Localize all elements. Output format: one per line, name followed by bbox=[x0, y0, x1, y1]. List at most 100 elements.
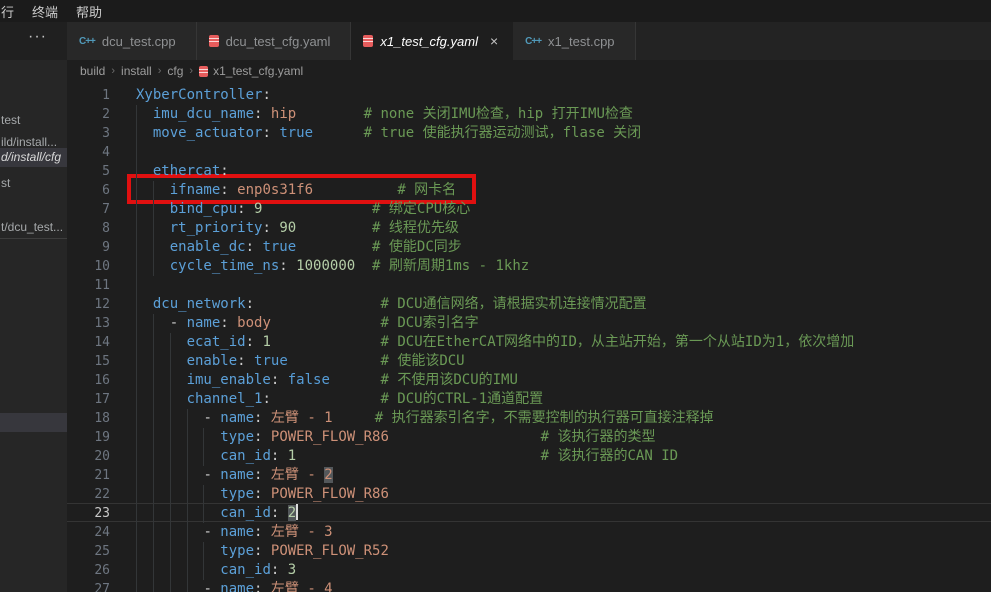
token: ifname bbox=[170, 182, 221, 198]
close-icon[interactable]: × bbox=[488, 33, 500, 49]
line-number: 21 bbox=[67, 466, 124, 483]
code-content: imu_dcu_name: hip # none 关闭IMU检查，hip 打开I… bbox=[136, 105, 991, 122]
editor[interactable]: 1XyberController:2 imu_dcu_name: hip # n… bbox=[67, 82, 991, 592]
code-line[interactable]: 22 type: POWER_FLOW_R86 bbox=[67, 484, 991, 503]
code-content: can_id: 1 # 该执行器的CAN ID bbox=[136, 447, 991, 464]
token: move_actuator bbox=[153, 125, 263, 141]
code-line[interactable]: 17 channel_1: # DCU的CTRL-1通道配置 bbox=[67, 389, 991, 408]
code-content bbox=[136, 276, 991, 293]
token bbox=[296, 239, 372, 255]
tab-x1_test_cfg.yaml[interactable]: x1_test_cfg.yaml× bbox=[351, 22, 513, 60]
code-line[interactable]: 8 rt_priority: 90 # 线程优先级 bbox=[67, 218, 991, 237]
token: 左臂 - 3 bbox=[271, 524, 333, 540]
code-line[interactable]: 20 can_id: 1 # 该执行器的CAN ID bbox=[67, 446, 991, 465]
code-line[interactable]: 23 can_id: 2 bbox=[67, 503, 991, 522]
token: : bbox=[246, 296, 254, 312]
indent-guide bbox=[136, 409, 137, 428]
code-line[interactable]: 9 enable_dc: true # 使能DC同步 bbox=[67, 237, 991, 256]
yaml-file-icon bbox=[209, 35, 219, 47]
code-content: - name: 左臂 - 4 bbox=[136, 580, 991, 592]
tab-x1_test.cpp[interactable]: C++x1_test.cpp bbox=[513, 22, 635, 60]
token: bind_cpu bbox=[170, 201, 237, 217]
indent-guide bbox=[136, 561, 137, 580]
breadcrumb-item[interactable]: install bbox=[121, 64, 152, 78]
code-line[interactable]: 10 cycle_time_ns: 1000000 # 刷新周期1ms - 1k… bbox=[67, 256, 991, 275]
menu-item-行[interactable]: 行 bbox=[0, 2, 23, 21]
token: # 网卡名 bbox=[397, 182, 456, 198]
code-line[interactable]: 21 - name: 左臂 - 2 bbox=[67, 465, 991, 484]
token: imu_dcu_name bbox=[153, 106, 254, 122]
line-number: 8 bbox=[67, 219, 124, 236]
yaml-file-icon bbox=[363, 35, 373, 47]
line-number: 13 bbox=[67, 314, 124, 331]
line-number: 10 bbox=[67, 257, 124, 274]
code-line[interactable]: 19 type: POWER_FLOW_R86 # 该执行器的类型 bbox=[67, 427, 991, 446]
code-line[interactable]: 13 - name: body # DCU索引名字 bbox=[67, 313, 991, 332]
code-line[interactable]: 7 bind_cpu: 9 # 绑定CPU核心 bbox=[67, 199, 991, 218]
list-item[interactable]: st bbox=[0, 174, 67, 193]
indent-guide bbox=[136, 504, 137, 523]
code-line[interactable]: 16 imu_enable: false # 不使用该DCU的IMU bbox=[67, 370, 991, 389]
code-line[interactable]: 6 ifname: enp0s31f6 # 网卡名 bbox=[67, 180, 991, 199]
list-item[interactable] bbox=[0, 413, 67, 432]
token: # DCU的CTRL-1通道配置 bbox=[380, 391, 543, 407]
token bbox=[271, 315, 381, 331]
token bbox=[271, 334, 381, 350]
menu-item-终端[interactable]: 终端 bbox=[23, 2, 67, 21]
token bbox=[262, 581, 270, 592]
breadcrumb-separator-icon: › bbox=[105, 65, 121, 77]
token: # 不使用该DCU的IMU bbox=[380, 372, 517, 388]
code-line[interactable]: 12 dcu_network: # DCU通信网络，请根据实机连接情况配置 bbox=[67, 294, 991, 313]
code-line[interactable]: 18 - name: 左臂 - 1 # 执行器索引名字，不需要控制的执行器可直接… bbox=[67, 408, 991, 427]
code-line[interactable]: 5 ethercat: bbox=[67, 161, 991, 180]
code-line[interactable]: 26 can_id: 3 bbox=[67, 560, 991, 579]
line-number: 3 bbox=[67, 124, 124, 141]
more-actions-icon[interactable]: ··· bbox=[28, 28, 47, 46]
code-content: - name: 左臂 - 2 bbox=[136, 466, 991, 483]
token: : bbox=[262, 87, 270, 103]
list-item[interactable]: t/dcu_test... bbox=[0, 218, 67, 237]
token: true bbox=[279, 125, 313, 141]
code-content: bind_cpu: 9 # 绑定CPU核心 bbox=[136, 200, 991, 217]
code-line[interactable]: 11 bbox=[67, 275, 991, 294]
token: : bbox=[220, 182, 228, 198]
list-item[interactable]: d/install/cfg bbox=[0, 148, 67, 167]
indent-guide bbox=[136, 143, 137, 162]
token bbox=[136, 486, 220, 502]
token: # DCU索引名字 bbox=[380, 315, 478, 331]
code-line[interactable]: 15 enable: true # 使能该DCU bbox=[67, 351, 991, 370]
tab-dcu_test_cfg.yaml[interactable]: dcu_test_cfg.yaml bbox=[197, 22, 352, 60]
indent-guide bbox=[153, 523, 154, 542]
indent-guide bbox=[136, 238, 137, 257]
code-line[interactable]: 24 - name: 左臂 - 3 bbox=[67, 522, 991, 541]
code-line[interactable]: 27 - name: 左臂 - 4 bbox=[67, 579, 991, 592]
menu-item-帮助[interactable]: 帮助 bbox=[67, 2, 111, 21]
indent-guide bbox=[203, 542, 204, 561]
token: POWER_FLOW_R52 bbox=[271, 543, 389, 559]
indent-guide bbox=[153, 485, 154, 504]
token bbox=[330, 372, 381, 388]
token: # 绑定CPU核心 bbox=[372, 201, 470, 217]
code-line[interactable]: 4 bbox=[67, 142, 991, 161]
sidebar-top-strip: ··· bbox=[0, 22, 67, 60]
indent-guide bbox=[153, 333, 154, 352]
code-line[interactable]: 1XyberController: bbox=[67, 85, 991, 104]
token: name bbox=[220, 581, 254, 592]
tab-dcu_test.cpp[interactable]: C++dcu_test.cpp bbox=[67, 22, 197, 60]
code-line[interactable]: 2 imu_dcu_name: hip # none 关闭IMU检查，hip 打… bbox=[67, 104, 991, 123]
indent-guide bbox=[136, 200, 137, 219]
breadcrumb-item[interactable]: build bbox=[80, 64, 105, 78]
line-number: 15 bbox=[67, 352, 124, 369]
token: type bbox=[220, 429, 254, 445]
code-line[interactable]: 25 type: POWER_FLOW_R52 bbox=[67, 541, 991, 560]
line-number: 19 bbox=[67, 428, 124, 445]
breadcrumb-item[interactable]: cfg bbox=[167, 64, 183, 78]
list-item[interactable]: test bbox=[0, 111, 67, 130]
code-line[interactable]: 14 ecat_id: 1 # DCU在EtherCAT网络中的ID，从主站开始… bbox=[67, 332, 991, 351]
token bbox=[246, 201, 254, 217]
code-line[interactable]: 3 move_actuator: true # true 使能执行器运动测试，f… bbox=[67, 123, 991, 142]
token bbox=[288, 258, 296, 274]
token: true bbox=[262, 239, 296, 255]
breadcrumb-file[interactable]: x1_test_cfg.yaml bbox=[213, 64, 303, 78]
token: 1000000 bbox=[296, 258, 355, 274]
